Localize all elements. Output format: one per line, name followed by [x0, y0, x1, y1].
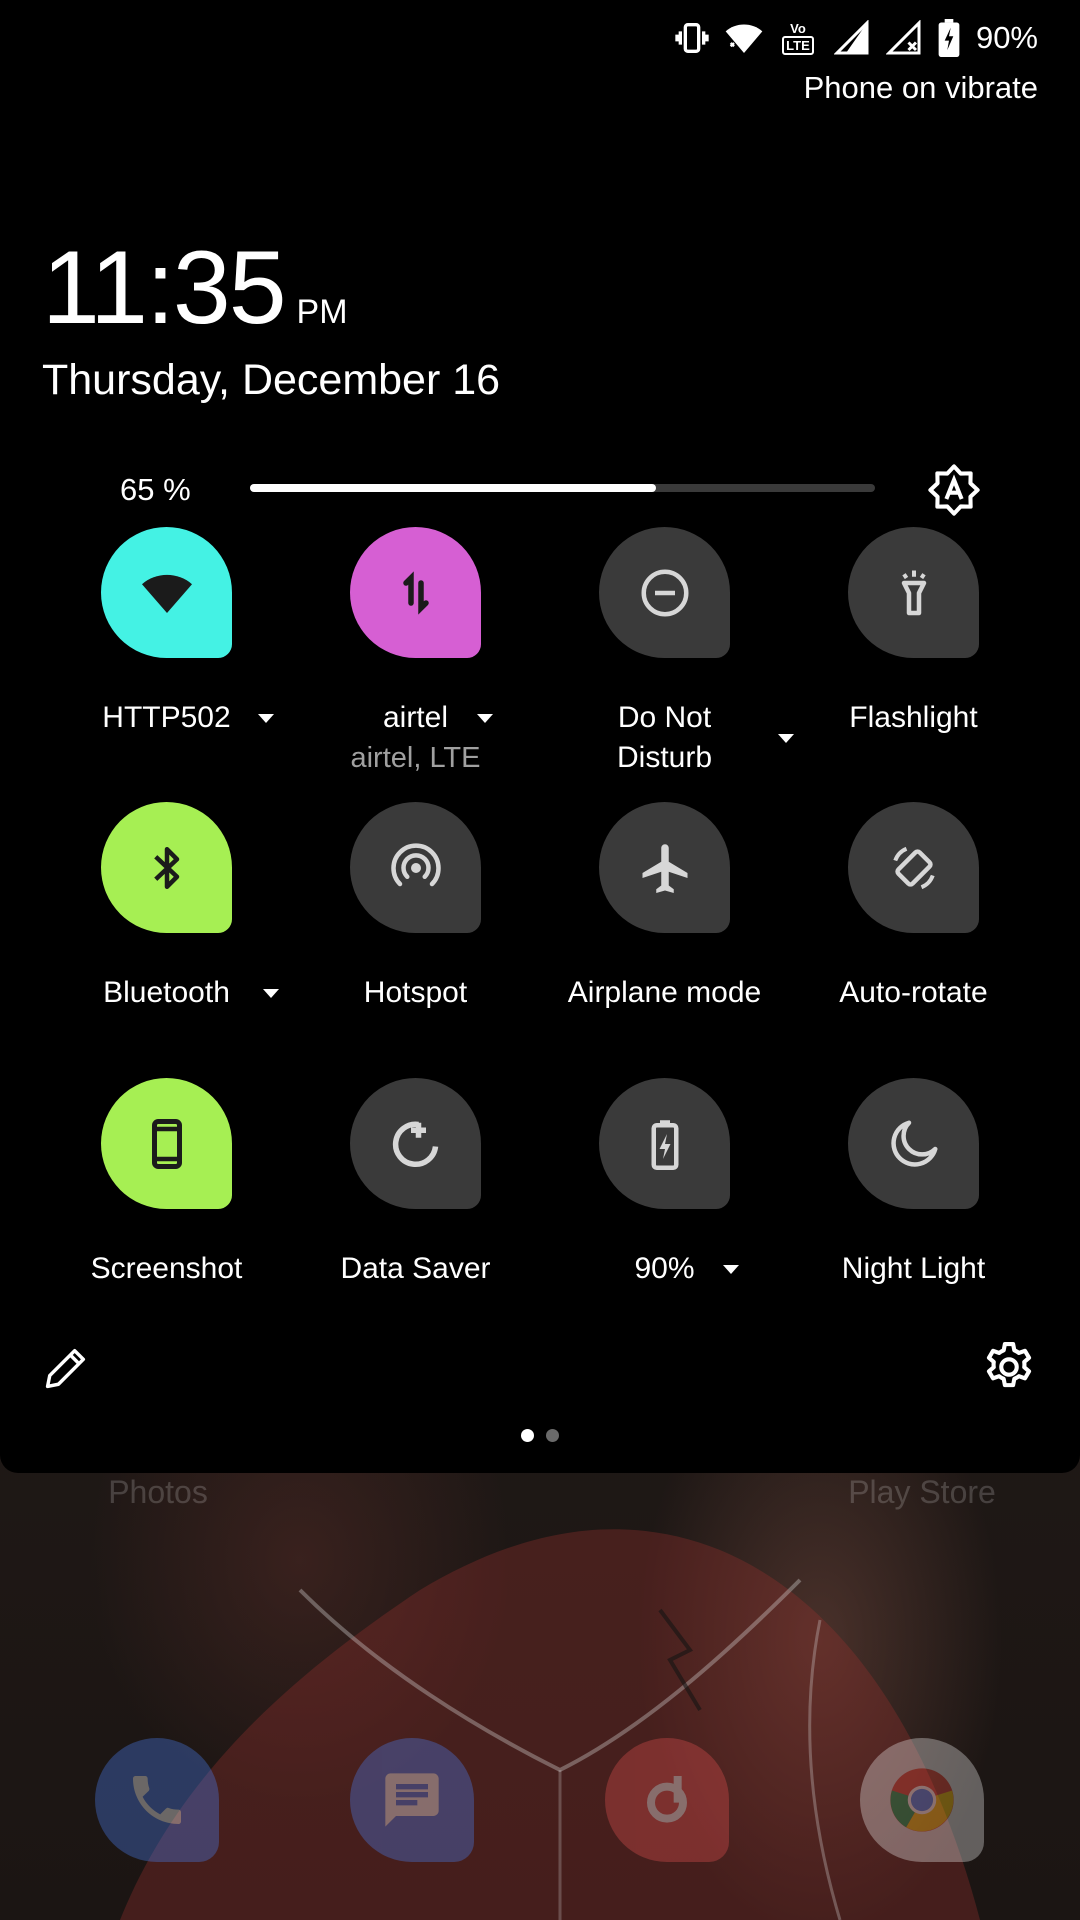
- date[interactable]: Thursday, December 16: [42, 356, 500, 405]
- music-app-icon[interactable]: [605, 1738, 729, 1862]
- flashlight-icon: [901, 570, 926, 615]
- tile-screenshot-button[interactable]: [101, 1078, 232, 1209]
- clock[interactable]: 11:35 PM: [42, 236, 348, 340]
- airplane-icon: [642, 843, 687, 893]
- tile-bluetooth[interactable]: Bluetooth: [42, 802, 291, 1063]
- quick-settings-panel: Vo LTE 90% Phone on vibrate 11:35 PM Thu…: [0, 0, 1080, 1473]
- tile-mobile-data-label: airtel: [382, 701, 448, 734]
- chevron-down-icon[interactable]: [258, 714, 274, 723]
- lte-text: LTE: [782, 35, 814, 55]
- settings-button[interactable]: [980, 1338, 1038, 1396]
- tile-wifi[interactable]: HTTP502: [42, 527, 291, 788]
- tile-wifi-button[interactable]: [101, 527, 232, 658]
- pencil-icon: [45, 1348, 86, 1389]
- tile-data-saver[interactable]: Data Saver: [291, 1078, 540, 1339]
- tile-flashlight-button[interactable]: [848, 527, 979, 658]
- tile-hotspot-button[interactable]: [350, 802, 481, 933]
- clock-time: 11:35: [42, 230, 287, 346]
- tile-dnd-button[interactable]: [599, 527, 730, 658]
- wifi-icon: [724, 18, 764, 58]
- tile-flashlight[interactable]: Flashlight: [789, 527, 1038, 788]
- chevron-down-icon[interactable]: [477, 714, 493, 723]
- tile-hotspot[interactable]: Hotspot: [291, 802, 540, 1063]
- tile-mobile-data-subtitle: airtel, LTE: [350, 742, 481, 774]
- tile-bluetooth-button[interactable]: [101, 802, 232, 933]
- hotspot-icon: [390, 843, 441, 886]
- night-light-icon: [890, 1120, 937, 1167]
- page-indicator: [521, 1429, 559, 1442]
- tile-battery-saver[interactable]: 90%: [540, 1078, 789, 1339]
- tile-data-saver-button[interactable]: [350, 1078, 481, 1209]
- battery-percent: 90%: [975, 20, 1038, 55]
- tile-dnd-label: Do Not Disturb: [616, 701, 713, 774]
- tile-airplane[interactable]: Airplane mode: [540, 802, 789, 1063]
- status-bar: Vo LTE 90%: [672, 14, 1038, 62]
- volte-text: Vo: [790, 20, 806, 36]
- cell-signal-icon: [832, 18, 872, 58]
- battery-charging-icon: [936, 18, 962, 58]
- page-dot-1[interactable]: [521, 1429, 534, 1442]
- tile-bluetooth-label: Bluetooth: [103, 976, 230, 1009]
- tile-screenshot-label: Screenshot: [90, 1252, 243, 1285]
- brightness-slider-fill: [250, 484, 657, 492]
- dnd-icon: [641, 569, 688, 616]
- messages-app-icon[interactable]: [350, 1738, 474, 1862]
- tile-battery-label: 90%: [634, 1252, 695, 1285]
- tile-night-light-label: Night Light: [841, 1252, 986, 1285]
- data-saver-icon: [392, 1121, 438, 1167]
- phone-app-icon[interactable]: [95, 1738, 219, 1862]
- auto-brightness-button[interactable]: [926, 462, 982, 518]
- auto-brightness-icon: [928, 464, 980, 516]
- phone-icon: [133, 1776, 181, 1824]
- chevron-down-icon[interactable]: [723, 1265, 739, 1274]
- messages-icon: [385, 1773, 439, 1827]
- chrome-icon: [890, 1768, 954, 1832]
- wifi-icon: [141, 574, 192, 613]
- page-dot-2[interactable]: [546, 1429, 559, 1442]
- battery-icon: [651, 1119, 678, 1170]
- screen: Photos Play Store Vo LTE 90% Phone on vi…: [0, 0, 1080, 1920]
- clock-ampm: PM: [296, 293, 348, 331]
- tile-dnd[interactable]: Do Not Disturb: [540, 527, 794, 788]
- tile-night-light[interactable]: Night Light: [789, 1078, 1038, 1339]
- tile-flashlight-label: Flashlight: [849, 701, 978, 734]
- tile-auto-rotate-label: Auto-rotate: [839, 976, 988, 1009]
- ringer-status-text[interactable]: Phone on vibrate: [804, 70, 1038, 106]
- vibrate-icon: [672, 18, 712, 58]
- cell-signal-no-data-icon: [884, 18, 924, 58]
- tile-mobile-data-button[interactable]: [350, 527, 481, 658]
- volte-icon: Vo LTE: [776, 18, 820, 58]
- tile-mobile-data[interactable]: airtel airtel, LTE: [291, 527, 540, 788]
- mobile-data-icon: [402, 570, 429, 615]
- tile-airplane-button[interactable]: [599, 802, 730, 933]
- tile-hotspot-label: Hotspot: [363, 976, 468, 1009]
- chevron-down-icon[interactable]: [263, 989, 279, 998]
- music-icon: [647, 1776, 687, 1823]
- auto-rotate-icon: [892, 846, 935, 889]
- tile-battery-saver-button[interactable]: [599, 1078, 730, 1209]
- bluetooth-icon: [153, 846, 179, 889]
- tile-data-saver-label: Data Saver: [340, 1252, 491, 1285]
- tile-auto-rotate[interactable]: Auto-rotate: [789, 802, 1038, 1063]
- edit-tiles-button[interactable]: [40, 1342, 92, 1394]
- brightness-percent: 65 %: [120, 472, 191, 507]
- tile-screenshot[interactable]: Screenshot: [42, 1078, 291, 1339]
- home-label-play-store[interactable]: Play Store: [848, 1474, 996, 1511]
- chrome-app-icon[interactable]: [860, 1738, 984, 1862]
- screenshot-icon: [151, 1118, 182, 1169]
- brightness-slider[interactable]: [250, 484, 875, 492]
- tile-wifi-label: HTTP502: [102, 701, 231, 734]
- home-label-photos[interactable]: Photos: [108, 1474, 208, 1511]
- tile-auto-rotate-button[interactable]: [848, 802, 979, 933]
- tile-airplane-label: Airplane mode: [567, 976, 762, 1009]
- gear-icon: [986, 1341, 1032, 1388]
- tile-night-light-button[interactable]: [848, 1078, 979, 1209]
